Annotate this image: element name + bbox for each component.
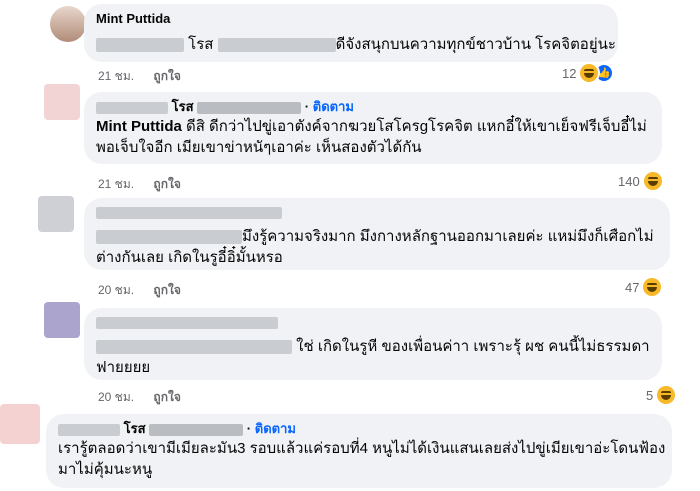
comment-text: มาไม่คุ้มนะหนู (58, 461, 153, 478)
comment-text-line: ใช่ เกิดในรูหี ของเพื่อนค่าา เพราะรุ้ ผช… (96, 336, 650, 357)
timestamp[interactable]: 21 ชม. (98, 177, 134, 191)
comment-meta: 20 ชม. ถูกใจ (98, 281, 181, 300)
comment-text: ฟายยยย (96, 359, 151, 376)
like-button[interactable]: ถูกใจ (153, 283, 180, 297)
reaction-summary[interactable]: 12 👍 (562, 64, 613, 82)
redacted-name (96, 317, 278, 330)
comment-text: ดีสิ ดีกว่าไปขู่เอาตังค์จากฆวยโสโครgโรคจ… (181, 118, 647, 135)
redacted-row (96, 312, 650, 333)
redacted-name (96, 340, 292, 355)
comment-text: พอเจ็บใจอีก เมียเขาข่าหนัๆเอาค่ะ เห็นสอง… (96, 139, 422, 156)
comment-text: โรส (188, 36, 214, 53)
timestamp[interactable]: 20 ชม. (98, 283, 134, 297)
redacted-name (217, 38, 336, 53)
like-button[interactable]: ถูกใจ (153, 177, 180, 191)
laugh-reaction-icon (580, 64, 599, 82)
comment-meta: 20 ชม. ถูกใจ (98, 388, 181, 407)
comment-bubble: ใช่ เกิดในรูหี ของเพื่อนค่าา เพราะรุ้ ผช… (84, 308, 662, 380)
comment-text: เรารู้ตลอดว่าเขามีเมียละมัน3 รอบแล้วแค่ร… (58, 440, 666, 457)
timestamp[interactable]: 20 ชม. (98, 390, 134, 404)
redacted-name (96, 230, 242, 245)
like-button[interactable]: ถูกใจ (153, 390, 180, 404)
redacted-name (197, 101, 302, 114)
comment-header: โรส · ติดตาม (96, 98, 650, 116)
avatar[interactable] (44, 84, 80, 120)
redacted-name (96, 207, 282, 220)
follow-button[interactable]: ติดตาม (255, 421, 296, 436)
redacted-row (96, 202, 658, 223)
comment-text: มึงรู้ความจริงมาก มึงกางหลักฐานออกมาเลยค… (242, 228, 654, 245)
comment-author[interactable]: โรส (124, 421, 146, 436)
comment-author[interactable]: Mint Puttida (96, 10, 606, 28)
redacted-name (96, 38, 184, 53)
comment-text: ต่างกันเลย เกิดในรูอี๋อิ๋มั้นหรอ (96, 249, 283, 266)
reaction-summary[interactable]: 5 (646, 386, 676, 404)
comment-text: ใช่ เกิดในรูหี ของเพื่อนค่าา เพราะรุ้ ผช… (296, 338, 650, 355)
mention-link[interactable]: Mint Puttida (96, 118, 182, 135)
follow-button[interactable]: ติดตาม (313, 99, 354, 114)
redacted-name (96, 101, 168, 114)
redacted-name (58, 423, 120, 436)
dot-separator: · (304, 99, 310, 114)
avatar[interactable] (44, 302, 80, 338)
like-button[interactable]: ถูกใจ (153, 69, 180, 83)
laugh-reaction-icon (643, 278, 662, 296)
dot-separator: · (246, 421, 252, 436)
comment-bubble: โรส · ติดตาม Mint Puttida ดีสิ ดีกว่าไปข… (84, 92, 662, 164)
comment-bubble: โรส · ติดตาม เรารู้ตลอดว่าเขามีเมียละมัน… (46, 414, 672, 488)
avatar[interactable] (38, 196, 74, 232)
redacted-name (149, 423, 244, 436)
comment-bubble: มึงรู้ความจริงมาก มึงกางหลักฐานออกมาเลยค… (84, 198, 670, 270)
comment-text-line: มึงรู้ความจริงมาก มึงกางหลักฐานออกมาเลยค… (96, 226, 658, 247)
comment-header: โรส · ติดตาม (58, 420, 660, 438)
comment-author[interactable]: โรส (172, 99, 194, 114)
laugh-reaction-icon (657, 386, 676, 404)
avatar[interactable] (50, 6, 86, 42)
reaction-count: 140 (618, 173, 640, 189)
timestamp[interactable]: 21 ชม. (98, 69, 134, 83)
reaction-count: 5 (646, 387, 654, 403)
reaction-count: 12 (562, 65, 577, 81)
reaction-summary[interactable]: 47 (625, 278, 662, 296)
comment-meta: 21 ชม. ถูกใจ (98, 175, 181, 194)
reaction-count: 47 (625, 279, 640, 295)
comment-text: ดีจังสนุกบนความทุกข์ชาวบ้าน โรคจิตอยู่นะ (335, 36, 616, 53)
comment-text-line: Mint Puttida ดีสิ ดีกว่าไปขู่เอาตังค์จาก… (96, 116, 650, 137)
like-reaction-icon: 👍 (596, 65, 613, 81)
avatar[interactable] (0, 404, 40, 444)
comment-bubble: Mint Puttida โรส ดีจังสนุกบนความทุกข์ชาว… (84, 4, 618, 62)
reaction-summary[interactable]: 140 (618, 172, 662, 190)
comment-meta: 21 ชม. ถูกใจ (98, 67, 181, 86)
laugh-reaction-icon (643, 172, 662, 190)
